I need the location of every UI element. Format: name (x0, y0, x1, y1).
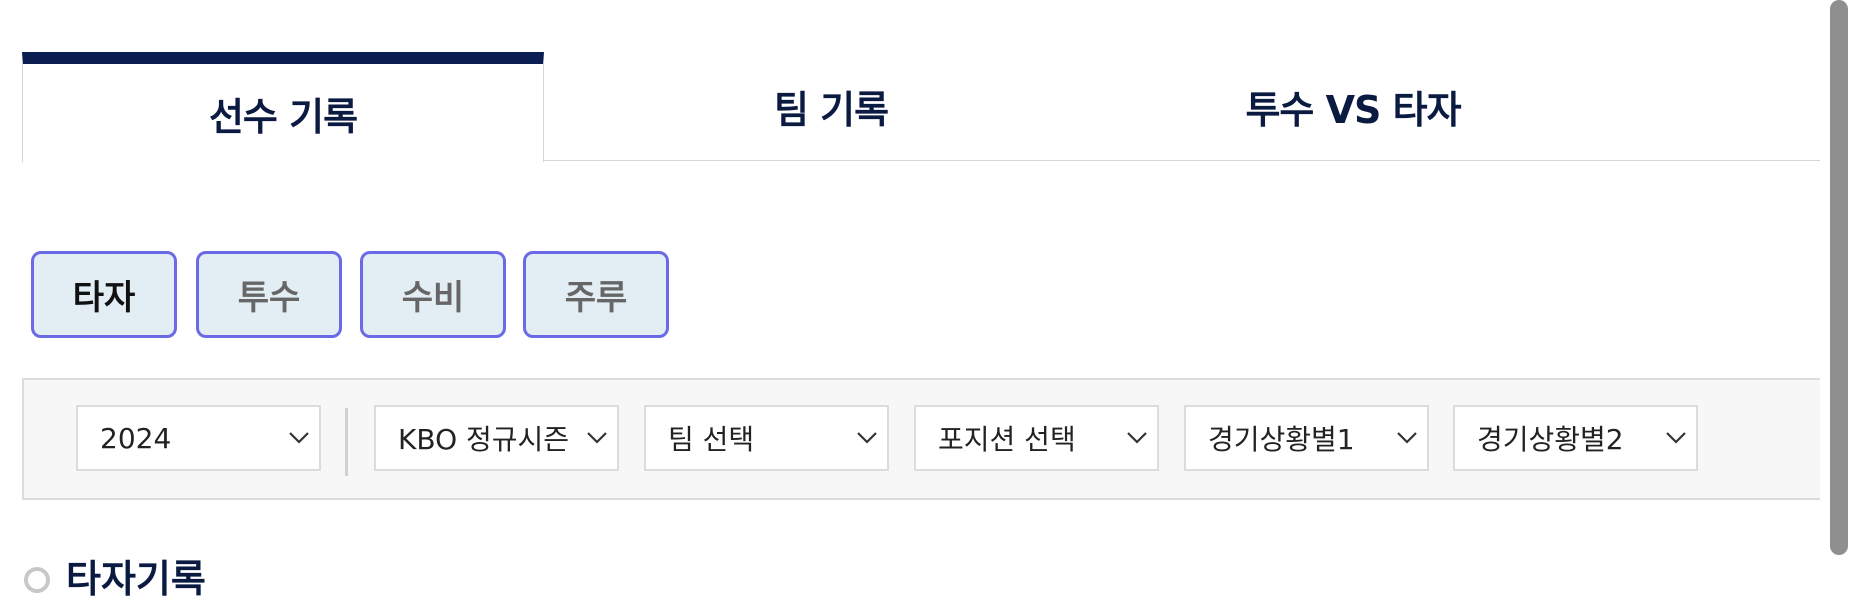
chevron-down-icon (847, 418, 887, 458)
chevron-down-icon (1387, 418, 1427, 458)
position-select-value: 포지션 선택 (938, 423, 1076, 456)
subtab-baserunning[interactable]: 주루 (523, 251, 669, 338)
tab-player-records[interactable]: 선수 기록 (22, 52, 544, 162)
series-select[interactable]: KBO 정규시즌 (374, 405, 619, 471)
season-select-value: 2024 (100, 421, 172, 455)
section-heading: 타자기록 (24, 548, 206, 603)
chevron-down-icon (279, 418, 319, 458)
tab-team-records[interactable]: 팀 기록 (570, 52, 1092, 161)
series-select-value: KBO 정규시즌 (398, 423, 570, 456)
tab-pitcher-vs-batter[interactable]: 투수 VS 타자 (1092, 52, 1614, 161)
section-title: 타자기록 (66, 557, 206, 601)
scrollbar-thumb[interactable] (1830, 0, 1848, 555)
chevron-down-icon (1117, 418, 1157, 458)
record-page: 선수 기록 팀 기록 투수 VS 타자 타자 투수 수비 주루 2024 KBO… (0, 0, 1871, 601)
team-select[interactable]: 팀 선택 (644, 405, 889, 471)
situation2-select[interactable]: 경기상황별2 (1453, 405, 1698, 471)
subtab-batter[interactable]: 타자 (31, 251, 177, 338)
subtab-pitcher[interactable]: 투수 (196, 251, 342, 338)
subtab-defense[interactable]: 수비 (360, 251, 506, 338)
record-tabs: 선수 기록 팀 기록 투수 VS 타자 (22, 52, 1820, 162)
situation1-select[interactable]: 경기상황별1 (1184, 405, 1429, 471)
position-select[interactable]: 포지션 선택 (914, 405, 1159, 471)
season-select[interactable]: 2024 (76, 405, 321, 471)
team-select-value: 팀 선택 (668, 423, 755, 456)
situation2-select-value: 경기상황별2 (1477, 423, 1624, 456)
bullet-circle-icon (24, 566, 50, 593)
filter-bar: 2024 KBO 정규시즌 팀 선택 포지션 선택 경기상황별1 경기상황별2 (22, 378, 1820, 500)
filter-divider (345, 408, 348, 476)
chevron-down-icon (577, 418, 617, 458)
chevron-down-icon (1656, 418, 1696, 458)
situation1-select-value: 경기상황별1 (1208, 423, 1355, 456)
